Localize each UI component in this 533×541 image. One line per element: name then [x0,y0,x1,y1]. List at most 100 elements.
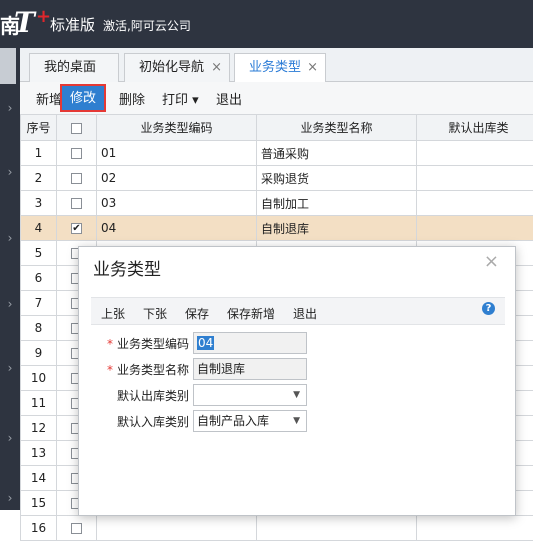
table-row[interactable]: 1 01普通采购 [21,141,533,166]
required-mark: * [107,363,113,377]
default-out-label: 默认出库类别 [117,387,189,404]
row-default-out [417,141,533,166]
row-code: 04 [97,216,257,241]
next-record-button[interactable]: 下张 [143,305,167,322]
row-index: 16 [21,516,57,541]
row-default-out [417,516,533,541]
row-select-cell[interactable] [57,166,97,191]
row-index: 1 [21,141,57,166]
code-field-value: 04 [197,336,214,350]
prev-record-button[interactable]: 上张 [101,305,125,322]
row-name: 普通采购 [257,141,417,166]
tab-business-type[interactable]: 业务类型 × [234,53,326,83]
required-mark: * [107,337,113,351]
left-sidebar: › › › › › › › [0,48,20,510]
row-index: 11 [21,391,57,416]
print-label: 打印 [162,93,188,108]
code-field[interactable]: 04 [193,332,307,354]
row-index: 8 [21,316,57,341]
row-code: 01 [97,141,257,166]
row-checkbox[interactable]: ✔ [71,223,82,234]
exit-button[interactable]: 退出 [216,89,242,108]
tab-init-nav[interactable]: 初始化导航 × [124,53,230,83]
sidebar-chevron-icon[interactable]: › [0,350,20,386]
row-checkbox[interactable] [71,148,82,159]
sidebar-chevron-icon[interactable]: › [0,420,20,456]
column-header-code[interactable]: 业务类型编码 [97,115,257,141]
row-select-cell[interactable] [57,141,97,166]
main-toolbar: 新增 修改 删除 打印 ▾ 退出 [20,82,533,114]
default-in-label: 默认入库类别 [117,413,189,430]
row-name: 采购退货 [257,166,417,191]
default-out-select[interactable]: ▼ [193,384,307,406]
row-default-out [417,216,533,241]
save-button[interactable]: 保存 [185,305,209,322]
row-index: 5 [21,241,57,266]
default-in-select[interactable]: 自制产品入库 ▼ [193,410,307,432]
row-checkbox[interactable] [71,523,82,534]
dropdown-arrow-icon[interactable]: ▼ [293,411,300,431]
row-select-cell[interactable] [57,516,97,541]
dialog-title: 业务类型 [93,255,161,280]
sidebar-active-item[interactable] [0,48,16,84]
row-name [257,516,417,541]
tab-desktop[interactable]: 我的桌面 [29,53,119,83]
delete-button[interactable]: 删除 [119,89,145,108]
dialog-toolbar: 上张 下张 保存 保存新增 退出 ? [91,297,505,325]
row-name: 自制加工 [257,191,417,216]
print-button[interactable]: 打印 ▾ [162,89,199,108]
tab-label: 业务类型 [249,60,301,75]
column-header-select[interactable] [57,115,97,141]
row-index: 10 [21,366,57,391]
row-index: 15 [21,491,57,516]
row-code [97,516,257,541]
table-header-row: 序号 业务类型编码 业务类型名称 默认出库类 [21,115,533,141]
name-label-text: 业务类型名称 [117,363,189,377]
row-checkbox[interactable] [71,173,82,184]
top-bar: 南 T + 标准版 激活,阿可云公司 [0,0,533,48]
row-index: 14 [21,466,57,491]
row-index: 2 [21,166,57,191]
column-header-default-out[interactable]: 默认出库类 [417,115,533,141]
sidebar-chevron-icon[interactable]: › [0,286,20,322]
row-index: 3 [21,191,57,216]
code-label-text: 业务类型编码 [117,337,189,351]
row-select-cell[interactable] [57,191,97,216]
close-icon[interactable]: × [307,54,318,82]
row-index: 12 [21,416,57,441]
name-field-value: 自制退库 [197,362,245,376]
column-header-index[interactable]: 序号 [21,115,57,141]
name-field[interactable]: 自制退库 [193,358,307,380]
row-code: 02 [97,166,257,191]
row-select-cell[interactable]: ✔ [57,216,97,241]
dialog-exit-button[interactable]: 退出 [293,305,317,322]
row-checkbox[interactable] [71,198,82,209]
close-icon[interactable]: × [211,54,222,82]
table-row[interactable]: 303自制加工 [21,191,533,216]
dropdown-arrow-icon[interactable]: ▼ [293,385,300,405]
row-index: 13 [21,441,57,466]
sidebar-chevron-icon[interactable]: › [0,154,20,190]
activation-text[interactable]: 激活,阿可云公司 [103,17,191,34]
tab-label: 初始化导航 [139,60,204,75]
table-row[interactable]: 2 02采购退货 [21,166,533,191]
logo-t: T [14,6,35,39]
table-row[interactable]: 4✔04自制退库 [21,216,533,241]
tab-bar: 我的桌面 初始化导航 × 业务类型 × [20,48,533,82]
sidebar-chevron-icon[interactable]: › [0,90,20,126]
sidebar-chevron-icon[interactable]: › [0,220,20,256]
help-icon[interactable]: ? [482,302,495,315]
row-index: 9 [21,341,57,366]
row-index: 7 [21,291,57,316]
close-icon[interactable]: × [484,251,499,272]
edit-button[interactable]: 修改 [60,84,106,112]
column-header-name[interactable]: 业务类型名称 [257,115,417,141]
default-in-value: 自制产品入库 [197,414,269,428]
table-row[interactable]: 16 [21,516,533,541]
save-new-button[interactable]: 保存新增 [227,305,275,322]
row-default-out [417,166,533,191]
row-name: 自制退库 [257,216,417,241]
add-button[interactable]: 新增 [36,89,62,108]
sidebar-chevron-icon[interactable]: › [0,480,20,516]
select-all-checkbox[interactable] [71,123,82,134]
